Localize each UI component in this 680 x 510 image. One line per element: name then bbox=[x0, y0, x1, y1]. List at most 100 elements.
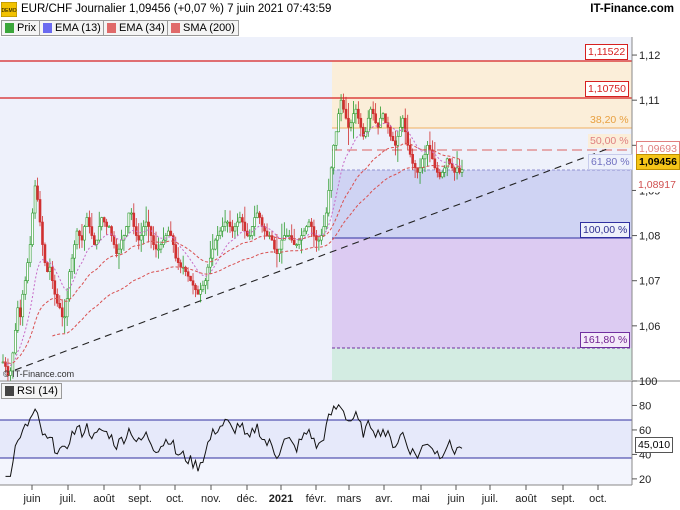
candle-body[interactable] bbox=[41, 221, 44, 245]
candle-body[interactable] bbox=[115, 244, 118, 254]
candle-body[interactable] bbox=[443, 167, 447, 173]
candle-body[interactable] bbox=[280, 239, 284, 250]
candle-body[interactable] bbox=[396, 135, 400, 146]
candle-body[interactable] bbox=[260, 217, 264, 227]
candle-body[interactable] bbox=[342, 99, 345, 110]
candle-body[interactable] bbox=[418, 167, 422, 173]
candle-body[interactable] bbox=[70, 257, 74, 272]
candle-body[interactable] bbox=[273, 239, 276, 250]
candle-body[interactable] bbox=[38, 199, 42, 223]
candle-body[interactable] bbox=[440, 172, 444, 178]
candle-body[interactable] bbox=[389, 126, 392, 137]
candle-body[interactable] bbox=[186, 271, 190, 277]
candle-body[interactable] bbox=[194, 284, 197, 291]
candle-body[interactable] bbox=[357, 108, 360, 119]
candle-body[interactable] bbox=[223, 221, 227, 227]
candle-body[interactable] bbox=[14, 330, 17, 354]
candle-body[interactable] bbox=[85, 217, 89, 227]
candle-body[interactable] bbox=[63, 316, 66, 319]
candle-body[interactable] bbox=[171, 235, 175, 245]
candle-body[interactable] bbox=[315, 235, 318, 241]
candle-body[interactable] bbox=[83, 226, 86, 241]
candle-body[interactable] bbox=[243, 221, 247, 232]
candle-body[interactable] bbox=[248, 235, 252, 237]
candle-body[interactable] bbox=[31, 212, 34, 245]
candle-body[interactable] bbox=[455, 167, 459, 173]
candle-body[interactable] bbox=[159, 244, 163, 250]
candle-body[interactable] bbox=[48, 266, 52, 272]
candle-body[interactable] bbox=[189, 275, 192, 282]
candle-body[interactable] bbox=[26, 262, 29, 282]
candle-body[interactable] bbox=[399, 126, 402, 137]
candle-body[interactable] bbox=[369, 108, 372, 119]
candle-body[interactable] bbox=[196, 289, 200, 295]
candle-body[interactable] bbox=[411, 154, 414, 164]
candle-body[interactable] bbox=[107, 226, 111, 228]
candle-body[interactable] bbox=[58, 302, 62, 309]
candle-body[interactable] bbox=[43, 244, 47, 263]
candle-body[interactable] bbox=[339, 99, 343, 115]
candle-body[interactable] bbox=[231, 226, 234, 232]
candle-body[interactable] bbox=[394, 140, 397, 146]
candle-body[interactable] bbox=[255, 212, 259, 218]
candle-body[interactable] bbox=[147, 221, 150, 227]
candle-body[interactable] bbox=[60, 307, 64, 318]
candle-body[interactable] bbox=[374, 113, 377, 124]
candle-body[interactable] bbox=[364, 131, 368, 137]
candle-body[interactable] bbox=[250, 226, 254, 236]
candle-body[interactable] bbox=[157, 248, 160, 251]
candle-body[interactable] bbox=[127, 212, 131, 227]
candle-body[interactable] bbox=[329, 167, 333, 191]
candle-body[interactable] bbox=[287, 235, 291, 237]
candle-body[interactable] bbox=[332, 145, 335, 169]
candle-body[interactable] bbox=[354, 108, 358, 115]
candle-body[interactable] bbox=[102, 217, 106, 223]
candle-body[interactable] bbox=[275, 248, 279, 254]
candle-body[interactable] bbox=[167, 230, 170, 236]
candle-body[interactable] bbox=[169, 230, 173, 236]
candle-body[interactable] bbox=[36, 185, 39, 200]
candle-body[interactable] bbox=[179, 262, 182, 268]
candle-body[interactable] bbox=[90, 226, 94, 236]
candle-body[interactable] bbox=[460, 169, 464, 173]
candle-body[interactable] bbox=[324, 212, 328, 227]
candle-body[interactable] bbox=[120, 239, 123, 250]
candle-body[interactable] bbox=[453, 167, 456, 173]
candle-body[interactable] bbox=[23, 280, 27, 295]
candle-body[interactable] bbox=[428, 145, 432, 151]
legend-item-rsi[interactable]: RSI (14) bbox=[1, 383, 62, 399]
candle-body[interactable] bbox=[327, 190, 331, 214]
candle-body[interactable] bbox=[211, 248, 215, 259]
candle-body[interactable] bbox=[295, 244, 298, 246]
candle-body[interactable] bbox=[18, 307, 22, 318]
candle-body[interactable] bbox=[334, 131, 338, 146]
candle-body[interactable] bbox=[216, 235, 219, 241]
candle-body[interactable] bbox=[75, 230, 79, 245]
candle-body[interactable] bbox=[154, 244, 158, 250]
candle-body[interactable] bbox=[352, 113, 355, 124]
candle-body[interactable] bbox=[347, 117, 350, 128]
candle-body[interactable] bbox=[88, 217, 91, 227]
candle-body[interactable] bbox=[130, 212, 133, 215]
candle-body[interactable] bbox=[226, 221, 229, 224]
candle-body[interactable] bbox=[53, 280, 57, 295]
candle-body[interactable] bbox=[100, 217, 104, 227]
candle-body[interactable] bbox=[46, 262, 49, 272]
candle-body[interactable] bbox=[233, 226, 237, 232]
candle-body[interactable] bbox=[97, 226, 101, 241]
candle-body[interactable] bbox=[199, 289, 202, 295]
candle-body[interactable] bbox=[359, 117, 363, 128]
candle-body[interactable] bbox=[436, 167, 439, 173]
candle-body[interactable] bbox=[403, 117, 407, 133]
candle-body[interactable] bbox=[80, 235, 84, 241]
candle-body[interactable] bbox=[384, 113, 387, 124]
candle-body[interactable] bbox=[236, 221, 239, 227]
candle-body[interactable] bbox=[144, 221, 148, 227]
candle-body[interactable] bbox=[371, 108, 375, 115]
candle-body[interactable] bbox=[246, 230, 249, 236]
candle-body[interactable] bbox=[433, 158, 437, 169]
candle-body[interactable] bbox=[125, 226, 128, 236]
candle-body[interactable] bbox=[117, 248, 121, 254]
candle-body[interactable] bbox=[258, 212, 261, 218]
candle-body[interactable] bbox=[431, 149, 434, 160]
